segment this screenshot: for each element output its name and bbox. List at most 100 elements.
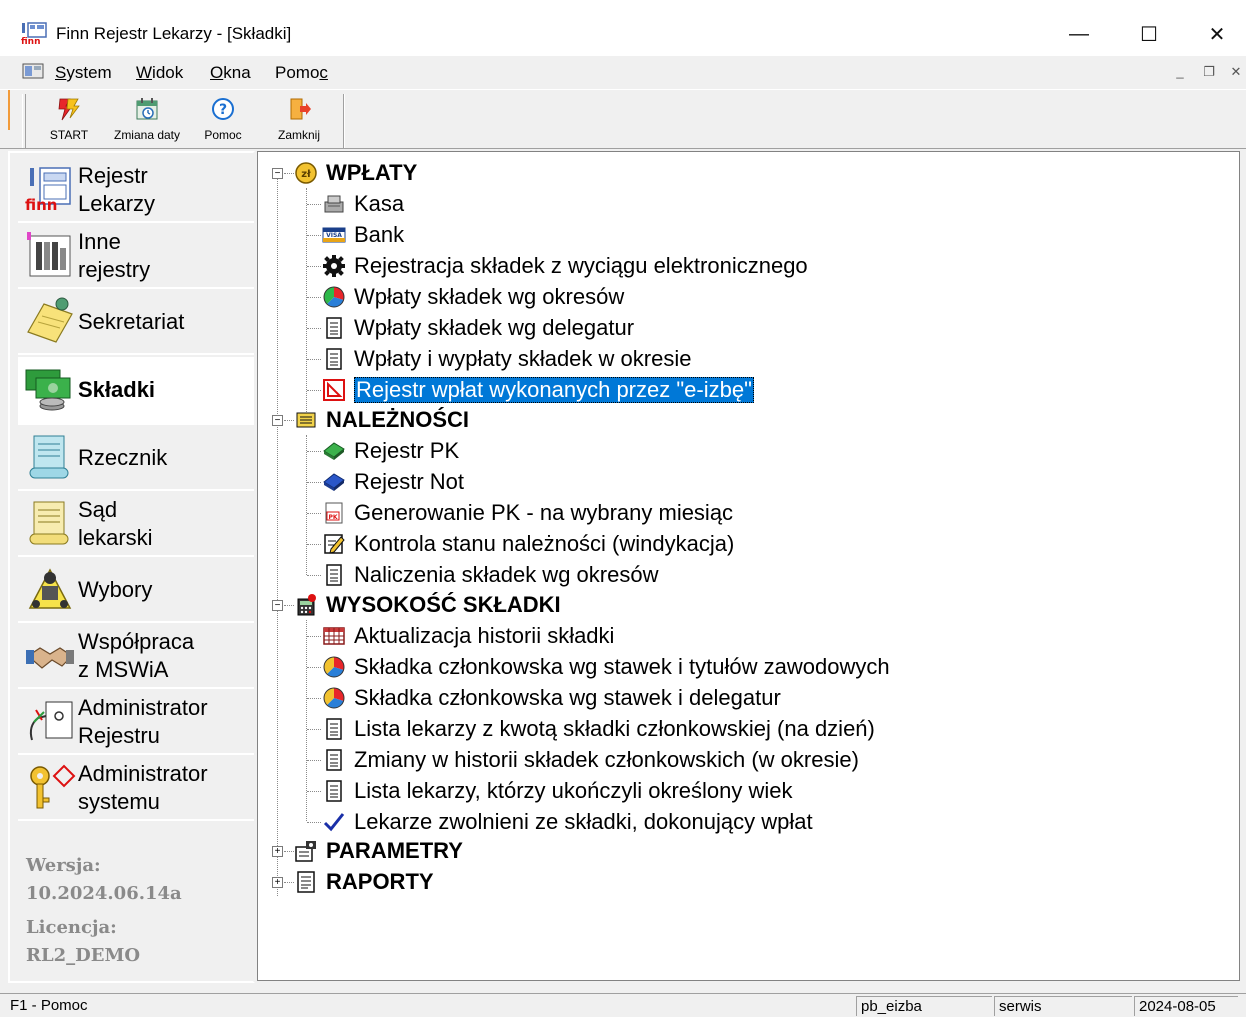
document-icon [326,564,342,586]
tree-item-rejestr-pk[interactable]: Rejestr PK [322,436,459,466]
tree-item-lista-wiek[interactable]: Lista lekarzy, którzy ukończyli określon… [322,776,793,806]
expander-parametry[interactable]: + [272,846,283,857]
mdi-system-icon[interactable] [22,63,44,79]
tree-item-wplaty-delegatur[interactable]: Wpłaty składek wg delegatur [322,313,634,343]
change-date-button[interactable]: Zmiana daty [110,94,184,146]
nav-item-wybory[interactable]: Wybory [18,559,254,623]
mdi-restore-button[interactable]: ❐ [1199,64,1219,82]
help-button[interactable]: ? Pomoc [198,94,248,146]
tree-item-wplaty-delegatur-label: Wpłaty składek wg delegatur [354,315,635,340]
status-bar: F1 - Pomoc pb_eizba serwis 2024-08-05 [0,993,1246,1017]
tree-h-line [284,173,294,174]
tree-item-naliczenia-okresow[interactable]: Naliczenia składek wg okresów [322,560,658,590]
document-icon [326,780,342,802]
nav-label-administrator-systemu-2: systemu [78,789,160,814]
nav-item-administrator-rejestru[interactable]: Administrator Rejestru [18,691,254,755]
tree-section-wysokosc[interactable]: WYSOKOŚĆ SKŁADKI [294,590,561,620]
nav-item-administrator-systemu[interactable]: Administrator systemu [18,757,254,821]
nav-item-sekretariat[interactable]: Sekretariat [18,291,254,355]
tree-item-e-izba[interactable]: Rejestr wpłat wykonanych przez "e-izbę" [322,375,754,405]
tree-item-rejestr-pk-label: Rejestr PK [354,438,460,463]
tree-section-raporty[interactable]: RAPORTY [294,867,434,897]
tree-item-rejestr-not[interactable]: Rejestr Not [322,467,464,497]
tree-section-wysokosc-label: WYSOKOŚĆ SKŁADKI [326,592,561,617]
svg-text:zł: zł [301,169,311,180]
nav-label-wybory: Wybory [78,577,153,602]
tree-item-bank[interactable]: VISA Bank [322,220,404,250]
nav-item-inne-rejestry[interactable]: Inne rejestry [18,225,254,289]
tree-item-zmiany-historii[interactable]: Zmiany w historii składek członkowskich … [322,745,859,775]
menu-pomoc[interactable]: Pomoc [275,63,328,83]
tree-h-line [307,636,321,637]
version-value: 10.2024.06.14a [26,883,182,904]
menu-okna[interactable]: Okna [210,63,251,83]
mdi-minimize-button[interactable]: _ [1170,64,1190,82]
menu-system-rest: ystem [66,63,112,82]
nav-label-administrator-systemu: Administrator systemu [78,760,208,816]
tree-section-parametry[interactable]: PARAMETRY [294,836,463,866]
blue-book-icon [323,473,345,491]
menu-pomoc-accel: c [319,63,328,82]
nav-label-administrator-rejestru: Administrator Rejestru [78,694,208,750]
expander-raporty[interactable]: + [272,877,283,888]
e-chamber-icon [323,379,345,401]
tree-item-skladka-tytulow-label: Składka członkowska wg stawek i tytułów … [354,654,890,679]
expander-wysokosc[interactable]: − [272,600,283,611]
nav-label-sad-lekarski-2: lekarski [78,525,153,550]
tree-h-line [307,698,321,699]
toolbar-separator [343,94,345,148]
mdi-close-button[interactable]: ✕ [1226,64,1246,82]
tree-section-wplaty[interactable]: zł WPŁATY [294,158,417,188]
start-button[interactable]: START [44,94,94,146]
menu-okna-accel: O [210,63,224,82]
close-app-button[interactable]: Zamknij [272,94,326,146]
nav-item-rzecznik[interactable]: Rzecznik [18,427,254,491]
svg-text:VISA: VISA [326,232,342,239]
fees-icon [25,369,71,411]
tree-item-lekarze-zwolnieni[interactable]: Lekarze zwolnieni ze składki, dokonujący… [322,807,813,837]
help-label: Pomoc [204,128,242,142]
tree-section-raporty-label: RAPORTY [326,869,434,894]
tree-item-generowanie-pk[interactable]: PK Generowanie PK - na wybrany miesiąc [322,498,733,528]
tree-section-naleznosci[interactable]: NALEŻNOŚCI [294,405,469,435]
nav-item-skladki[interactable]: Składki [18,357,254,425]
nav-item-wspolpraca[interactable]: Współpraca z MSWiA [18,625,254,689]
tree-h-line [284,605,294,606]
nav-item-sad-lekarski[interactable]: Sąd lekarski [18,493,254,557]
tree-item-skladka-tytulow[interactable]: Składka członkowska wg stawek i tytułów … [322,652,890,682]
toolbar-grip[interactable] [22,94,26,148]
minimize-button[interactable]: — [1046,14,1112,54]
menu-system[interactable]: System [55,63,112,83]
tree-item-wplaty-wyplaty-label: Wpłaty i wypłaty składek w okresie [354,346,692,371]
tree-item-zmiany-historii-label: Zmiany w historii składek członkowskich … [354,747,859,772]
tree-item-rejestracja-wyciagu[interactable]: Rejestracja składek z wyciągu elektronic… [322,251,808,281]
table-grid-icon [323,627,345,645]
tree-item-kontrola-naleznosci-label: Kontrola stanu należności (windykacja) [354,531,735,556]
maximize-button[interactable]: ☐ [1116,14,1182,54]
menu-widok[interactable]: Widok [136,63,183,83]
tree-item-e-izba-label: Rejestr wpłat wykonanych przez "e-izbę" [354,377,754,403]
left-navigation: finn Rejestr Lekarzy Inne rejestry Sekreta… [8,151,255,983]
close-button[interactable]: ✕ [1184,14,1246,54]
tree-section-naleznosci-label: NALEŻNOŚCI [326,407,469,432]
tree-item-skladka-delegatur[interactable]: Składka członkowska wg stawek i delegatu… [322,683,781,713]
status-database: pb_eizba [856,996,992,1016]
tree-item-kasa[interactable]: Kasa [322,189,404,219]
reports-icon [297,871,315,893]
tree-item-wplaty-wyplaty[interactable]: Wpłaty i wypłaty składek w okresie [322,344,691,374]
tree-h-line [307,482,321,483]
tree-item-generowanie-pk-label: Generowanie PK - na wybrany miesiąc [354,500,734,525]
toolbar-accent [8,90,10,130]
tree-item-lista-kwota[interactable]: Lista lekarzy z kwotą składki członkowsk… [322,714,875,744]
calendar-icon [136,98,158,120]
tree-item-aktualizacja-historii[interactable]: Aktualizacja historii składki [322,621,614,651]
expander-naleznosci[interactable]: − [272,415,283,426]
nav-label-sad-lekarski: Sąd lekarski [78,496,153,552]
nav-item-rejestr-lekarzy[interactable]: finn Rejestr Lekarzy [18,159,254,223]
tree-item-kontrola-naleznosci[interactable]: Kontrola stanu należności (windykacja) [322,529,734,559]
nav-label-sekretariat: Sekretariat [78,309,185,334]
svg-text:PK: PK [328,514,337,521]
version-label: Wersja: [26,855,101,876]
tree-item-wplaty-okresow[interactable]: Wpłaty składek wg okresów [322,282,624,312]
expander-wplaty[interactable]: − [272,168,283,179]
